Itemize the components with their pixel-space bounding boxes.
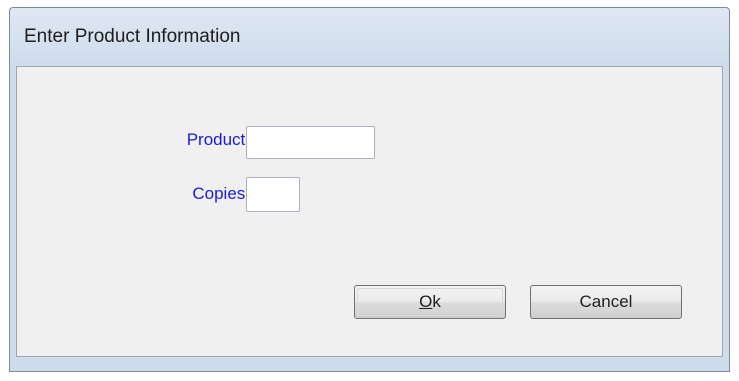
copies-label: Copies: (192, 184, 250, 203)
ok-mnemonic: O (419, 292, 433, 311)
title-bar[interactable]: Enter Product Information (10, 8, 729, 66)
ok-button[interactable]: Ok (354, 285, 506, 319)
product-label: Product: (186, 130, 250, 149)
ok-label-rest: k (432, 292, 441, 311)
dialog-body: Product: Copies: Ok Cancel (16, 66, 723, 357)
ok-button-label: Ok (419, 292, 441, 312)
product-input[interactable] (246, 126, 375, 159)
dialog-window: Enter Product Information Product: Copie… (9, 7, 730, 372)
window-title: Enter Product Information (24, 26, 241, 47)
cancel-button-label: Cancel (579, 292, 633, 311)
cancel-button[interactable]: Cancel (530, 285, 682, 319)
copies-input[interactable] (246, 177, 300, 212)
